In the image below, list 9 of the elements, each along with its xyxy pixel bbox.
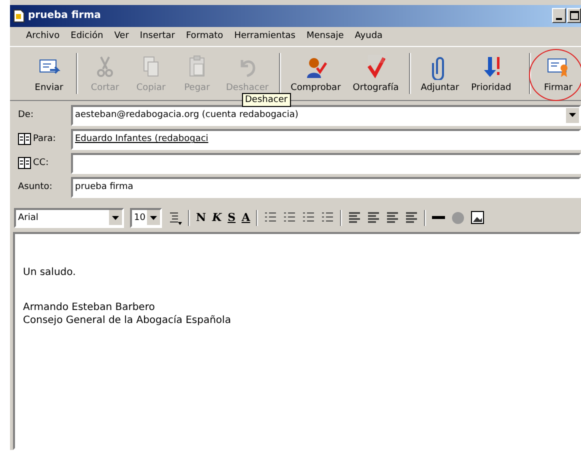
field-label: Para: — [33, 134, 56, 144]
tooltip: Deshacer — [242, 93, 291, 108]
field-label: CC: — [33, 158, 49, 168]
window-title: prueba firma — [28, 10, 101, 22]
signature-line: Armando Esteban Barbero — [23, 301, 156, 314]
field-label: De: — [18, 110, 34, 120]
field-label: Asunto: — [18, 182, 52, 192]
signature-line: Consejo General de la Abogacía Española — [23, 314, 232, 328]
body-text: Un saludo. — [23, 266, 77, 280]
